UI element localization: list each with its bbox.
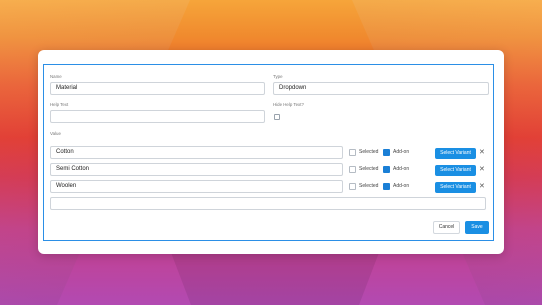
selected-label: Selected bbox=[359, 183, 379, 189]
remove-value-icon[interactable]: ✕ bbox=[479, 183, 485, 191]
type-select[interactable]: Dropdown bbox=[273, 82, 489, 95]
value-label: Value bbox=[50, 131, 61, 136]
select-variant-button[interactable]: Select Variant bbox=[435, 148, 476, 159]
selected-checkbox[interactable] bbox=[349, 183, 356, 190]
hide-help-text-label: Hide Help Text? bbox=[273, 102, 304, 107]
help-text-label: Help Text bbox=[50, 102, 69, 107]
hide-help-text-checkbox[interactable] bbox=[274, 114, 280, 120]
addon-checkbox[interactable] bbox=[383, 149, 390, 156]
type-label: Type bbox=[273, 74, 283, 79]
addon-label: Add-on bbox=[393, 183, 410, 189]
addon-label: Add-on bbox=[393, 166, 410, 172]
help-text-input[interactable] bbox=[50, 110, 265, 123]
selected-label: Selected bbox=[359, 149, 379, 155]
selected-checkbox[interactable] bbox=[349, 166, 356, 173]
option-form-panel: Name Material Type Dropdown Help Text Hi… bbox=[43, 64, 494, 241]
new-value-input[interactable] bbox=[50, 197, 486, 210]
name-label: Name bbox=[50, 74, 62, 79]
remove-value-icon[interactable]: ✕ bbox=[479, 149, 485, 157]
addon-label: Add-on bbox=[393, 149, 410, 155]
option-dialog: Name Material Type Dropdown Help Text Hi… bbox=[38, 50, 504, 254]
addon-checkbox[interactable] bbox=[383, 166, 390, 173]
save-button[interactable]: Save bbox=[465, 221, 489, 234]
select-variant-button[interactable]: Select Variant bbox=[435, 182, 476, 193]
selected-label: Selected bbox=[359, 166, 379, 172]
cancel-button[interactable]: Cancel bbox=[433, 221, 460, 234]
addon-checkbox[interactable] bbox=[383, 183, 390, 190]
value-input-woolen[interactable]: Woolen bbox=[50, 180, 343, 193]
select-variant-button[interactable]: Select Variant bbox=[435, 165, 476, 176]
value-input-cotton[interactable]: Cotton bbox=[50, 146, 343, 159]
value-input-semi-cotton[interactable]: Semi Cotton bbox=[50, 163, 343, 176]
remove-value-icon[interactable]: ✕ bbox=[479, 166, 485, 174]
name-input[interactable]: Material bbox=[50, 82, 265, 95]
background-facet-bottom bbox=[170, 250, 380, 305]
selected-checkbox[interactable] bbox=[349, 149, 356, 156]
